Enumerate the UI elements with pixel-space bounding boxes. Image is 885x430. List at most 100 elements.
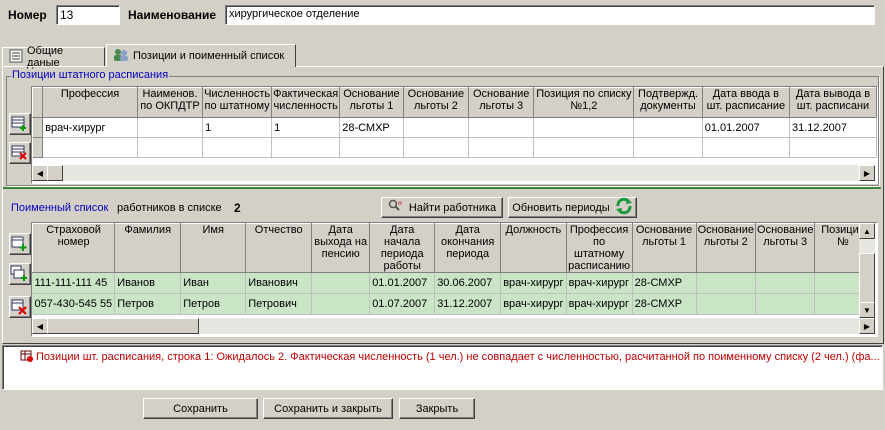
scroll-left-icon[interactable]: ◀ bbox=[32, 165, 48, 181]
col-header[interactable]: Основание льготы 3 bbox=[755, 223, 816, 273]
scroll-thumb[interactable] bbox=[47, 165, 63, 181]
delete-worker-button[interactable] bbox=[9, 296, 31, 318]
refresh-periods-label: Обновить периоды bbox=[512, 201, 610, 214]
people-icon bbox=[113, 48, 129, 65]
col-header[interactable]: Численность по штатному bbox=[202, 87, 273, 118]
cell[interactable]: 1 bbox=[202, 117, 273, 138]
col-header[interactable]: Наименов. по ОКПДТР bbox=[136, 87, 204, 118]
save-close-button[interactable]: Сохранить и закрыть bbox=[263, 398, 393, 419]
scroll-thumb[interactable] bbox=[859, 253, 875, 305]
refresh-periods-button[interactable]: Обновить периоды bbox=[508, 197, 637, 218]
close-button[interactable]: Закрыть bbox=[399, 398, 475, 419]
message-line: Позиции шт. расписания, строка 1: Ожидал… bbox=[36, 351, 880, 363]
cell[interactable]: 28-СМХР bbox=[632, 293, 697, 315]
cell[interactable]: 111-111-111 45 bbox=[32, 272, 116, 294]
row-indicator[interactable] bbox=[32, 117, 44, 138]
scroll-right-icon[interactable]: ▶ bbox=[859, 165, 875, 181]
col-header[interactable]: Фактическая численность bbox=[271, 87, 341, 118]
tab-positions[interactable]: Позиции и поименный список bbox=[106, 44, 296, 67]
cell[interactable]: Петров bbox=[114, 293, 182, 315]
add-worker-button[interactable] bbox=[9, 233, 31, 255]
workers-count: 2 bbox=[234, 201, 241, 215]
col-header[interactable]: Профессия bbox=[42, 87, 138, 118]
positions-grid[interactable]: Профессия Наименов. по ОКПДТР Численност… bbox=[31, 86, 878, 184]
cell[interactable]: 057-430-545 55 bbox=[32, 293, 116, 315]
cell[interactable] bbox=[468, 117, 535, 138]
cell[interactable]: Иван bbox=[180, 272, 247, 294]
name-value: хирургическое отделение bbox=[229, 8, 360, 20]
col-header[interactable]: Дата окончания периода bbox=[434, 223, 502, 273]
col-header[interactable]: Дата начала периода работы bbox=[369, 223, 436, 273]
col-header[interactable]: Подтвержд. документы bbox=[633, 87, 703, 118]
delete-row-icon bbox=[10, 299, 28, 318]
cell[interactable]: врач-хирург bbox=[566, 293, 633, 315]
table-row[interactable]: 057-430-545 55 Петров Петров Петрович 01… bbox=[32, 293, 872, 315]
cell[interactable]: Иванов bbox=[114, 272, 182, 294]
save-close-label: Сохранить и закрыть bbox=[274, 402, 382, 415]
number-field[interactable]: 13 bbox=[56, 5, 120, 25]
cell[interactable]: 01.01.2007 bbox=[369, 272, 436, 294]
col-header[interactable]: Должность bbox=[500, 223, 567, 273]
scroll-left-icon[interactable]: ◀ bbox=[32, 318, 48, 334]
col-header[interactable]: Основание льготы 2 bbox=[695, 223, 757, 273]
cell[interactable]: врач-хирург bbox=[42, 117, 138, 138]
col-header[interactable]: Страховой номер bbox=[32, 223, 116, 273]
col-header[interactable]: Фамилия bbox=[114, 223, 182, 273]
cell[interactable] bbox=[696, 272, 757, 294]
cell[interactable]: 30.06.2007 bbox=[434, 272, 502, 294]
positions-hscroll[interactable]: ◀ ▶ bbox=[32, 165, 875, 181]
delete-position-button[interactable] bbox=[9, 142, 31, 164]
save-button[interactable]: Сохранить bbox=[143, 398, 258, 419]
col-header[interactable]: Основание льготы 1 bbox=[339, 87, 404, 118]
cell[interactable]: 31.12.2007 bbox=[434, 293, 502, 315]
scroll-up-icon[interactable]: ▲ bbox=[859, 223, 875, 239]
col-header[interactable]: Позиция по списку №1,2 bbox=[533, 87, 635, 118]
col-header[interactable]: Профессия по штатному расписанию bbox=[565, 223, 633, 273]
col-header[interactable]: Отчество bbox=[245, 223, 313, 273]
tab-general[interactable]: Общие даные bbox=[2, 45, 105, 69]
find-worker-button[interactable]: Найти работника bbox=[381, 197, 503, 218]
cell[interactable] bbox=[755, 293, 816, 315]
cell[interactable]: 1 bbox=[271, 117, 341, 138]
cell[interactable]: 01.01.2007 bbox=[702, 117, 790, 138]
cell[interactable] bbox=[137, 117, 204, 138]
workers-grid[interactable]: Страховой номер Фамилия Имя Отчество Дат… bbox=[31, 222, 878, 337]
scroll-thumb[interactable] bbox=[47, 318, 199, 334]
cell[interactable]: Петров bbox=[180, 293, 247, 315]
cell[interactable] bbox=[755, 272, 816, 294]
col-header[interactable]: Дата ввода в шт. расписание bbox=[701, 87, 790, 118]
copy-worker-button[interactable] bbox=[9, 263, 31, 285]
col-header[interactable]: Дата вывода в шт. расписани bbox=[788, 87, 877, 118]
cell[interactable]: 31.12.2007 bbox=[789, 117, 877, 138]
cell[interactable]: врач-хирург bbox=[500, 272, 567, 294]
table-row[interactable]: врач-хирург 1 1 28-СМХР 01.01.2007 31.12… bbox=[32, 117, 877, 138]
col-header[interactable]: Основание льготы 3 bbox=[468, 87, 535, 118]
col-header[interactable]: Основание льготы 1 bbox=[631, 223, 697, 273]
cell[interactable]: Иванович bbox=[245, 272, 313, 294]
table-row[interactable] bbox=[32, 137, 877, 158]
workers-hscroll[interactable]: ◀ ▶ bbox=[32, 318, 875, 334]
workers-vscroll[interactable]: ▲ ▼ bbox=[859, 223, 875, 318]
cell[interactable] bbox=[311, 272, 371, 294]
cell[interactable] bbox=[311, 293, 371, 315]
cell[interactable]: врач-хирург bbox=[566, 272, 633, 294]
cell[interactable]: Петрович bbox=[245, 293, 313, 315]
positions-title: Позиции штатного расписания bbox=[11, 69, 170, 81]
cell[interactable] bbox=[533, 117, 635, 138]
add-position-button[interactable] bbox=[9, 113, 31, 135]
splitter[interactable] bbox=[3, 187, 881, 189]
scroll-down-icon[interactable]: ▼ bbox=[859, 302, 875, 318]
col-header[interactable]: Имя bbox=[180, 223, 247, 273]
cell[interactable]: 28-СМХР bbox=[339, 117, 404, 138]
cell[interactable]: 01.07.2007 bbox=[369, 293, 436, 315]
cell[interactable] bbox=[696, 293, 757, 315]
col-header[interactable]: Дата выхода на пенсию bbox=[311, 223, 371, 273]
cell[interactable]: врач-хирург bbox=[500, 293, 567, 315]
table-row[interactable]: 111-111-111 45 Иванов Иван Иванович 01.0… bbox=[32, 272, 872, 294]
cell[interactable] bbox=[403, 117, 470, 138]
col-header[interactable]: Основание льготы 2 bbox=[402, 87, 470, 118]
name-field[interactable]: хирургическое отделение bbox=[225, 5, 875, 25]
cell[interactable] bbox=[633, 117, 703, 138]
cell[interactable]: 28-СМХР bbox=[632, 272, 697, 294]
scroll-right-icon[interactable]: ▶ bbox=[859, 318, 875, 334]
